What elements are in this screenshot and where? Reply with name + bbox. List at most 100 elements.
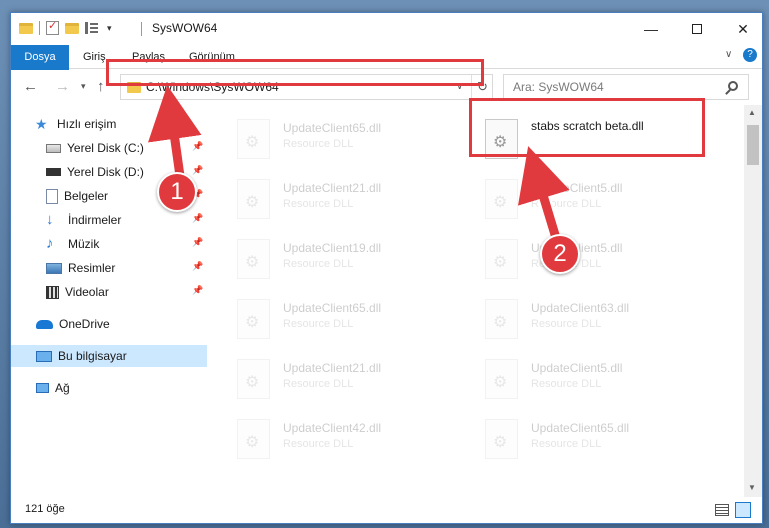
sidebar-item-quick-access[interactable]: ★ Hızlı erişim xyxy=(35,113,207,135)
list-item[interactable]: UpdateClient65.dll Resource DLL xyxy=(465,407,705,463)
file-name: UpdateClient5.dll xyxy=(531,181,623,195)
dll-file-icon xyxy=(485,299,518,339)
properties-icon[interactable] xyxy=(46,19,59,35)
dll-file-icon xyxy=(485,359,518,399)
dll-file-icon xyxy=(237,179,270,219)
sidebar-item-label: Bu bilgisayar xyxy=(58,349,127,363)
computer-icon xyxy=(36,350,52,362)
help-icon[interactable]: ? xyxy=(743,48,757,62)
file-name: UpdateClient65.dll xyxy=(531,421,630,435)
file-type: Resource DLL xyxy=(283,138,354,150)
videos-icon xyxy=(46,285,59,299)
dll-file-icon xyxy=(237,359,270,399)
file-type: Resource DLL xyxy=(283,318,354,330)
list-item[interactable]: UpdateClient19.dll Resource DLL xyxy=(217,227,457,283)
file-name: UpdateClient65.dll xyxy=(283,121,382,135)
sidebar-item-label: Yerel Disk (D:) xyxy=(67,165,144,179)
pin-icon[interactable]: 📌 xyxy=(192,213,203,224)
list-item[interactable]: UpdateClient65.dll Resource DLL xyxy=(217,287,457,343)
pin-icon[interactable]: 📌 xyxy=(192,261,203,272)
step-badge-1: 1 xyxy=(157,172,197,212)
up-button[interactable]: ↑ xyxy=(97,78,105,95)
sidebar-item-this-pc[interactable]: Bu bilgisayar xyxy=(11,345,207,367)
pictures-icon xyxy=(46,262,62,274)
file-name: UpdateClient65.dll xyxy=(283,301,382,315)
drive-icon xyxy=(46,168,61,176)
pin-icon[interactable]: 📌 xyxy=(192,141,203,152)
sidebar-item-downloads[interactable]: ↓ İndirmeler 📌 xyxy=(11,209,207,231)
pin-icon[interactable]: 📌 xyxy=(192,165,203,176)
sidebar-item-label: OneDrive xyxy=(59,317,110,331)
onedrive-icon xyxy=(36,319,53,329)
back-button[interactable]: ← xyxy=(23,78,38,95)
file-type: Resource DLL xyxy=(531,318,602,330)
file-name: UpdateClient19.dll xyxy=(283,241,382,255)
list-item[interactable]: UpdateClient65.dll Resource DLL xyxy=(217,107,457,163)
new-folder-icon[interactable] xyxy=(65,22,79,34)
list-item[interactable]: UpdateClient42.dll Resource DLL xyxy=(217,407,457,463)
dll-file-icon xyxy=(485,239,518,279)
sidebar-item-label: Ağ xyxy=(55,381,70,395)
sidebar-item-label: İndirmeler xyxy=(68,213,122,227)
title-separator xyxy=(141,22,142,36)
list-item[interactable]: UpdateClient5.dll Resource DLL xyxy=(465,347,705,403)
file-name: UpdateClient21.dll xyxy=(283,181,382,195)
large-icons-view-icon[interactable] xyxy=(735,502,751,518)
address-bar-highlight xyxy=(106,59,484,86)
chevron-down-icon[interactable]: ▾ xyxy=(107,23,112,34)
list-item[interactable]: UpdateClient63.dll Resource DLL xyxy=(465,287,705,343)
file-type: Resource DLL xyxy=(283,198,354,210)
list-item[interactable]: UpdateClient5.dll Resource DLL xyxy=(465,227,705,283)
dll-file-icon xyxy=(485,419,518,459)
minimize-button[interactable]: — xyxy=(628,13,674,45)
maximize-button[interactable] xyxy=(674,13,720,45)
list-item[interactable]: UpdateClient5.dll Resource DLL xyxy=(465,167,705,223)
close-button[interactable]: ✕ xyxy=(720,13,762,45)
sidebar-item-label: Resimler xyxy=(68,261,116,275)
scroll-up-icon[interactable]: ▲ xyxy=(748,108,756,117)
recent-locations-button[interactable]: ▾ xyxy=(81,81,86,92)
file-name: UpdateClient63.dll xyxy=(531,301,630,315)
file-type: Resource DLL xyxy=(531,198,602,210)
download-icon: ↓ xyxy=(46,211,54,228)
details-view-icon[interactable] xyxy=(715,504,729,516)
tab-home[interactable]: Giriş xyxy=(83,45,106,69)
target-file-highlight xyxy=(469,98,705,157)
search-input[interactable]: Ara: SysWOW64 xyxy=(503,74,749,100)
scrollbar-thumb[interactable] xyxy=(747,125,759,165)
pin-icon[interactable]: 📌 xyxy=(192,237,203,248)
navigation-pane: ★ Hızlı erişim Yerel Disk (C:) 📌 Yerel D… xyxy=(11,105,207,497)
music-icon: ♪ xyxy=(46,235,54,252)
scroll-down-icon[interactable]: ▼ xyxy=(748,483,756,492)
sidebar-item-network[interactable]: Ağ xyxy=(11,377,207,399)
dll-file-icon xyxy=(237,119,270,159)
customize-toolbar-icon[interactable] xyxy=(85,22,101,34)
list-item[interactable]: UpdateClient21.dll Resource DLL xyxy=(217,347,457,403)
dll-file-icon xyxy=(237,239,270,279)
sidebar-item-music[interactable]: ♪ Müzik 📌 xyxy=(11,233,207,255)
sidebar-item-local-disk-c[interactable]: Yerel Disk (C:) 📌 xyxy=(11,137,207,159)
maximize-icon xyxy=(692,24,702,34)
file-name: UpdateClient5.dll xyxy=(531,361,623,375)
sidebar-item-pictures[interactable]: Resimler 📌 xyxy=(11,257,207,279)
file-list: UpdateClient65.dll Resource DLL UpdateCl… xyxy=(217,105,744,497)
step-badge-2: 2 xyxy=(540,234,580,274)
sidebar-item-label: Müzik xyxy=(68,237,100,251)
list-item[interactable]: UpdateClient21.dll Resource DLL xyxy=(217,167,457,223)
dll-file-icon xyxy=(237,419,270,459)
title-bar: ▾ SysWOW64 — ✕ xyxy=(11,13,762,45)
sidebar-item-onedrive[interactable]: OneDrive xyxy=(11,313,207,335)
pin-icon[interactable]: 📌 xyxy=(192,285,203,296)
file-type: Resource DLL xyxy=(283,378,354,390)
file-type: Resource DLL xyxy=(531,438,602,450)
search-placeholder: Ara: SysWOW64 xyxy=(513,80,604,94)
forward-button[interactable]: → xyxy=(55,78,70,95)
expand-ribbon-icon[interactable]: ∨ xyxy=(725,49,732,60)
star-icon: ★ xyxy=(35,116,48,132)
sidebar-item-videos[interactable]: Videolar 📌 xyxy=(11,281,207,303)
item-count: 121 öğe xyxy=(25,503,65,515)
dll-file-icon xyxy=(485,179,518,219)
window-title: SysWOW64 xyxy=(152,21,218,35)
vertical-scrollbar[interactable]: ▲ ▼ xyxy=(744,105,762,497)
quick-access-toolbar: ▾ xyxy=(19,19,112,35)
